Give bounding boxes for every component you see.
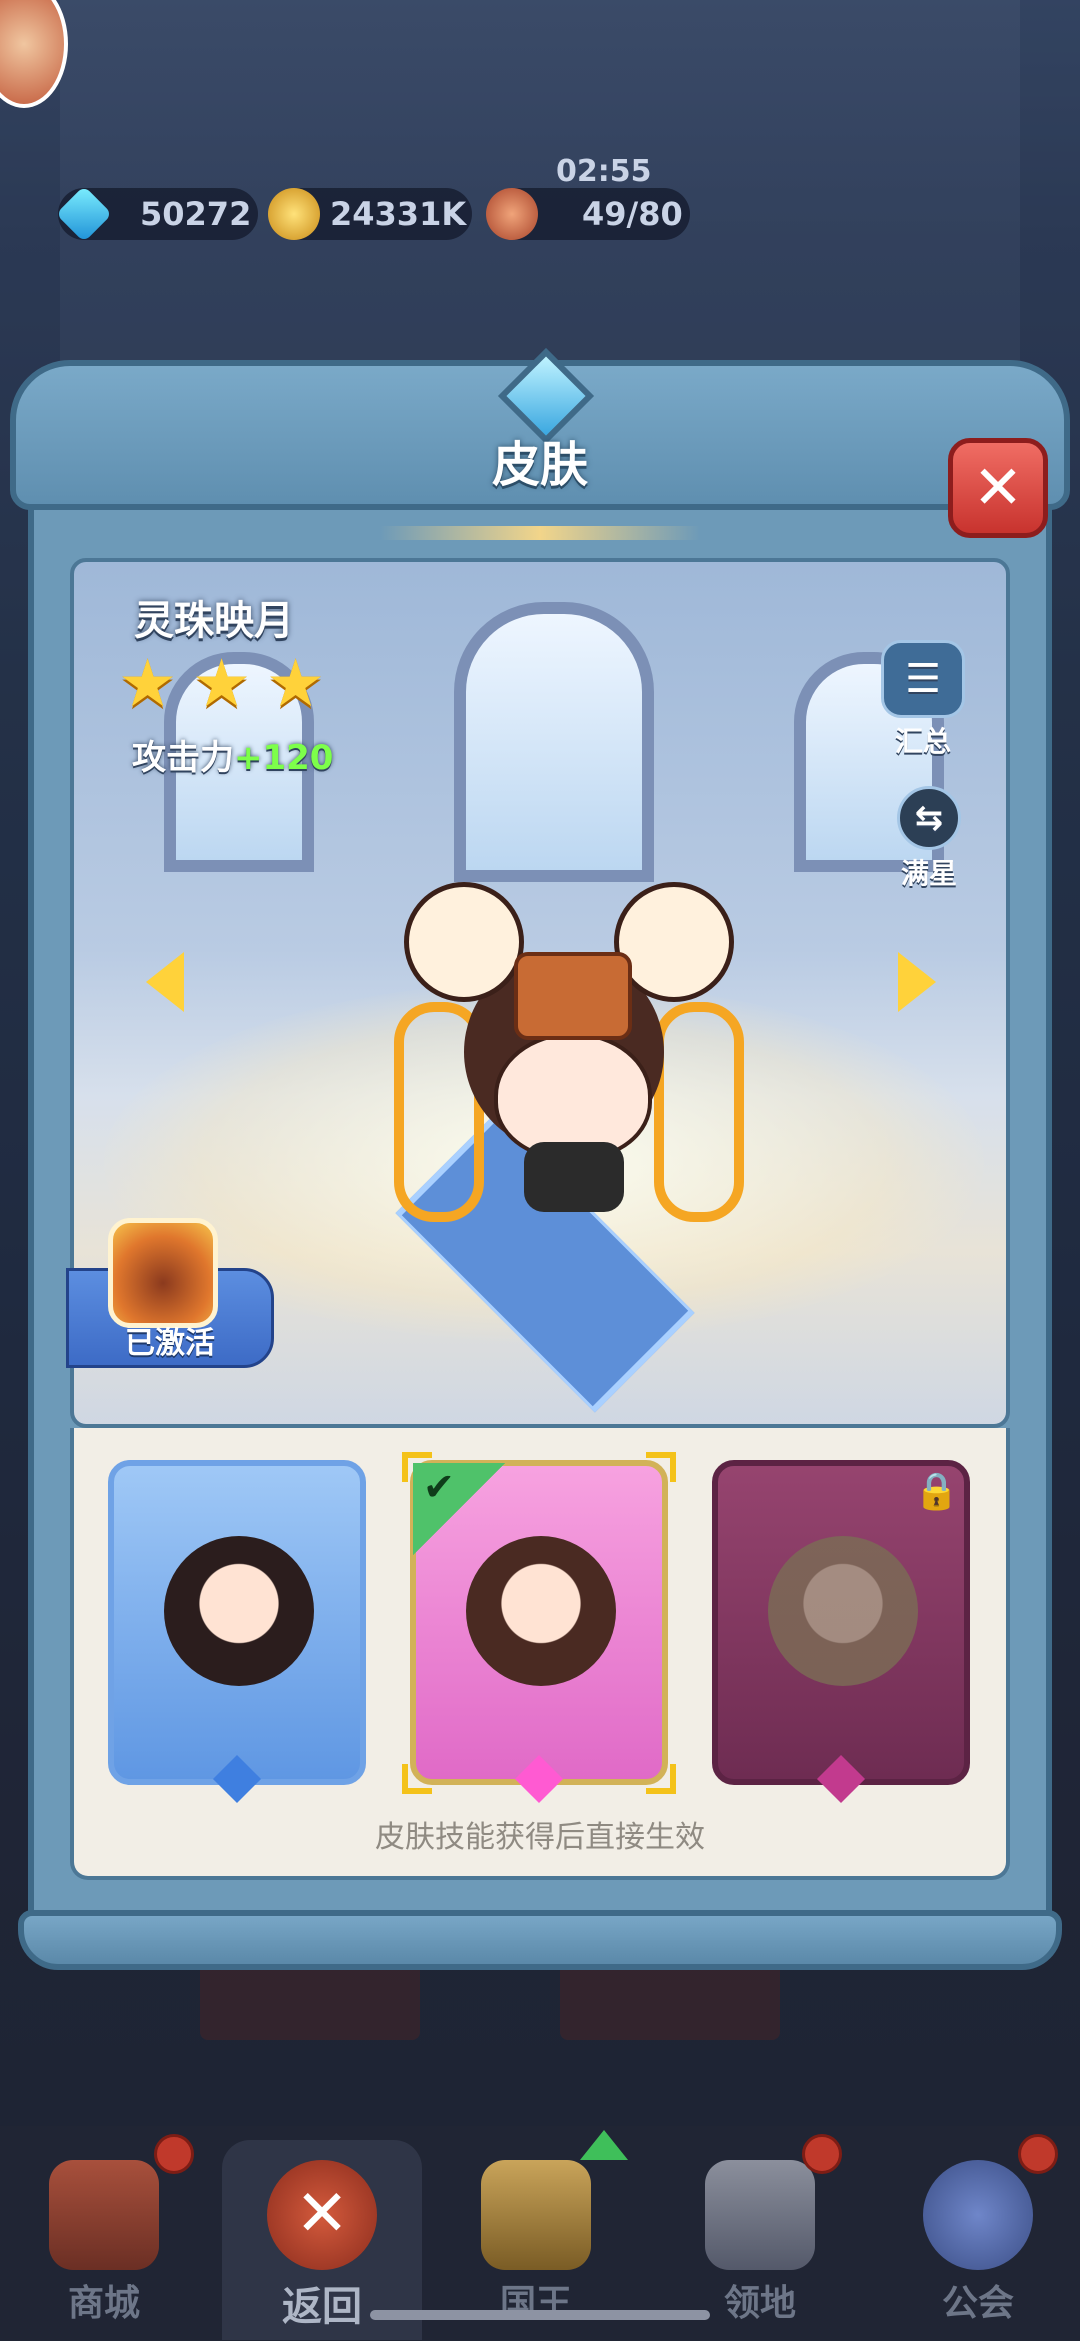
skin-hint-text: 皮肤技能获得后直接生效: [375, 1820, 705, 1855]
stamina-counter[interactable]: 49/80: [486, 188, 690, 240]
crown-icon: [481, 2160, 591, 2270]
gold-counter[interactable]: 24331K: [268, 188, 472, 240]
close-icon: ✕: [972, 453, 1024, 523]
lock-icon: 🔒: [914, 1471, 959, 1512]
selection-corner: [646, 1764, 676, 1794]
max-star-label: 满星: [900, 857, 957, 890]
mooncake: [514, 952, 632, 1040]
previous-skin-arrow-icon[interactable]: [146, 952, 184, 1012]
territory-notification-badge: [802, 2134, 842, 2174]
skin-name: 灵珠映月: [134, 598, 294, 644]
ribbon-right: [654, 1002, 744, 1222]
hero-body: [524, 1142, 624, 1212]
nav-label: 返回: [282, 2284, 362, 2330]
gold-coin-icon: [268, 188, 320, 240]
close-button[interactable]: ✕: [948, 438, 1048, 538]
list-icon: ☰: [881, 640, 965, 718]
max-star-button[interactable]: ⇆ 满星: [884, 786, 974, 892]
header-divider: [380, 526, 700, 540]
gold-value: 24331K: [330, 195, 467, 233]
selection-corner: [402, 1764, 432, 1794]
activated-label: 已激活: [125, 1326, 215, 1361]
skin-skill-icon[interactable]: [108, 1218, 218, 1328]
backdrop-window: [454, 602, 654, 882]
summary-button[interactable]: ☰ 汇总: [878, 640, 968, 760]
hair-bun-right: [614, 882, 734, 1002]
stamina-timer: 02:55: [556, 154, 652, 189]
back-x-icon: ✕: [267, 2160, 377, 2270]
selection-corner: [646, 1452, 676, 1482]
stamina-value: 49/80: [582, 195, 683, 233]
meat-icon: [486, 188, 538, 240]
castle-icon: [705, 2160, 815, 2270]
nav-label: 公会: [941, 2283, 1014, 2324]
attack-label: 攻击力: [132, 738, 234, 778]
hero-face: [494, 1032, 652, 1160]
skin-portrait: [466, 1536, 616, 1686]
star-icon: ★: [266, 645, 326, 722]
home-indicator[interactable]: [370, 2310, 710, 2320]
skin-portrait: [768, 1536, 918, 1686]
upgrade-arrow-icon: [580, 2130, 628, 2160]
shop-notification-badge: [154, 2134, 194, 2174]
panel-title: 皮肤: [491, 437, 588, 493]
nav-label: 商城: [67, 2283, 140, 2324]
planet-icon: [923, 2160, 1033, 2270]
star-icon: ★: [192, 645, 252, 722]
gem-counter[interactable]: 50272: [55, 185, 258, 243]
hero-model[interactable]: [394, 882, 744, 1222]
attack-bonus-value: +120: [234, 738, 334, 778]
shop-icon: [49, 2160, 159, 2270]
guild-notification-badge: [1018, 2134, 1058, 2174]
skin-card-default[interactable]: [108, 1460, 366, 1785]
skin-star-rating: ★ ★ ★: [118, 650, 334, 718]
swap-arrows-icon: ⇆: [897, 786, 961, 850]
summary-label: 汇总: [894, 725, 951, 758]
next-skin-arrow-icon[interactable]: [898, 952, 936, 1012]
attack-bonus-line: 攻击力+120: [132, 730, 333, 779]
gem-value: 50272: [140, 195, 252, 233]
skin-portrait: [164, 1536, 314, 1686]
star-icon: ★: [118, 645, 178, 722]
skin-panel-footer: [18, 1910, 1062, 1970]
hair-bun-left: [404, 882, 524, 1002]
selection-corner: [402, 1452, 432, 1482]
